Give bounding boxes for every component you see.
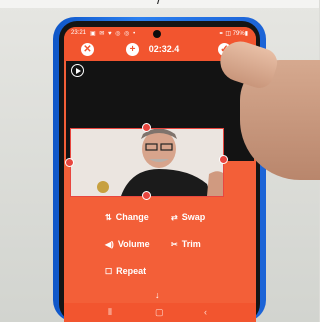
status-time: 23:21 bbox=[71, 30, 87, 36]
person-image bbox=[71, 129, 223, 196]
notification-icons: ▣ ✉ ♥ ◎ ◎ • bbox=[90, 31, 137, 37]
repeat-label: Repeat bbox=[116, 266, 147, 276]
resize-handle-bottom[interactable] bbox=[142, 191, 151, 200]
top-caption: / bbox=[0, 0, 319, 7]
back-icon[interactable]: ‹ bbox=[204, 307, 207, 317]
pip-video-clip[interactable] bbox=[70, 128, 224, 197]
resize-handle-right[interactable] bbox=[219, 155, 228, 164]
resize-handle-top[interactable] bbox=[142, 123, 151, 132]
trim-button[interactable]: ✂ Trim bbox=[171, 239, 201, 249]
change-label: Change bbox=[115, 212, 149, 222]
swap-icon: ⇄ bbox=[171, 213, 178, 222]
trim-label: Trim bbox=[181, 239, 201, 249]
camera-notch bbox=[153, 30, 161, 38]
volume-button[interactable]: ◀) Volume bbox=[105, 239, 150, 249]
play-icon[interactable] bbox=[71, 64, 84, 77]
close-icon[interactable]: ✕ bbox=[81, 43, 94, 56]
home-icon[interactable]: ▢ bbox=[155, 307, 164, 318]
change-icon: ⇅ bbox=[105, 213, 112, 222]
repeat-icon: ☐ bbox=[105, 267, 113, 276]
volume-label: Volume bbox=[117, 239, 150, 249]
change-button[interactable]: ⇅ Change bbox=[105, 212, 149, 222]
scissors-icon: ✂ bbox=[171, 240, 178, 249]
swap-label: Swap bbox=[181, 212, 206, 222]
battery-indicator: ⚭ ◫ 79%▮ bbox=[218, 31, 248, 37]
recents-icon[interactable]: ⦀ bbox=[108, 307, 112, 318]
status-bar: 23:21 ▣ ✉ ♥ ◎ ◎ • ⚭ ◫ 79%▮ bbox=[64, 27, 256, 39]
collapse-arrow-icon[interactable]: ↓ bbox=[155, 290, 160, 300]
system-navbar: ⦀ ▢ ‹ bbox=[64, 303, 256, 322]
resize-handle-left[interactable] bbox=[65, 158, 74, 167]
repeat-button[interactable]: ☐ Repeat bbox=[105, 266, 146, 276]
volume-icon: ◀) bbox=[105, 240, 114, 249]
swap-button[interactable]: ⇄ Swap bbox=[171, 212, 205, 222]
playback-timer: 02:32.4 bbox=[148, 44, 180, 54]
